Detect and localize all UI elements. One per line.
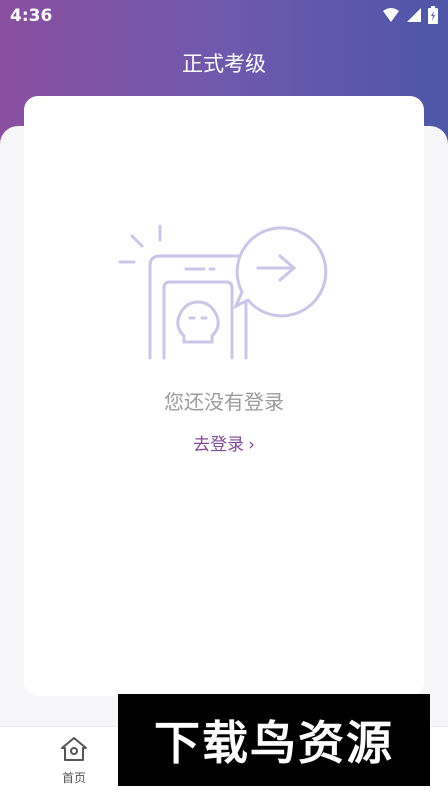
signal-icon (407, 8, 421, 22)
login-illustration (118, 224, 328, 360)
not-logged-in-message: 您还没有登录 (164, 390, 284, 414)
go-login-label: 去登录 (193, 435, 245, 455)
empty-state-card: 您还没有登录 去登录 › (24, 96, 424, 696)
page-title: 正式考级 (182, 52, 266, 76)
home-icon (61, 737, 87, 761)
nav-item-home[interactable]: 首页 (44, 735, 104, 786)
app-screen: 4:36 正式考级 您还没有登录 去登录 › 首页 下载鸟资源 (0, 0, 448, 796)
battery-icon (428, 6, 438, 24)
go-login-link[interactable]: 去登录 › (24, 430, 424, 455)
watermark-banner: 下载鸟资源 (118, 694, 430, 786)
chevron-right-icon: › (248, 435, 255, 455)
status-time: 4:36 (10, 6, 53, 26)
status-bar: 4:36 (0, 0, 448, 32)
wifi-icon (383, 8, 399, 22)
nav-label-home: 首页 (61, 771, 86, 785)
status-icons (382, 6, 438, 24)
watermark-text: 下载鸟资源 (154, 716, 394, 770)
